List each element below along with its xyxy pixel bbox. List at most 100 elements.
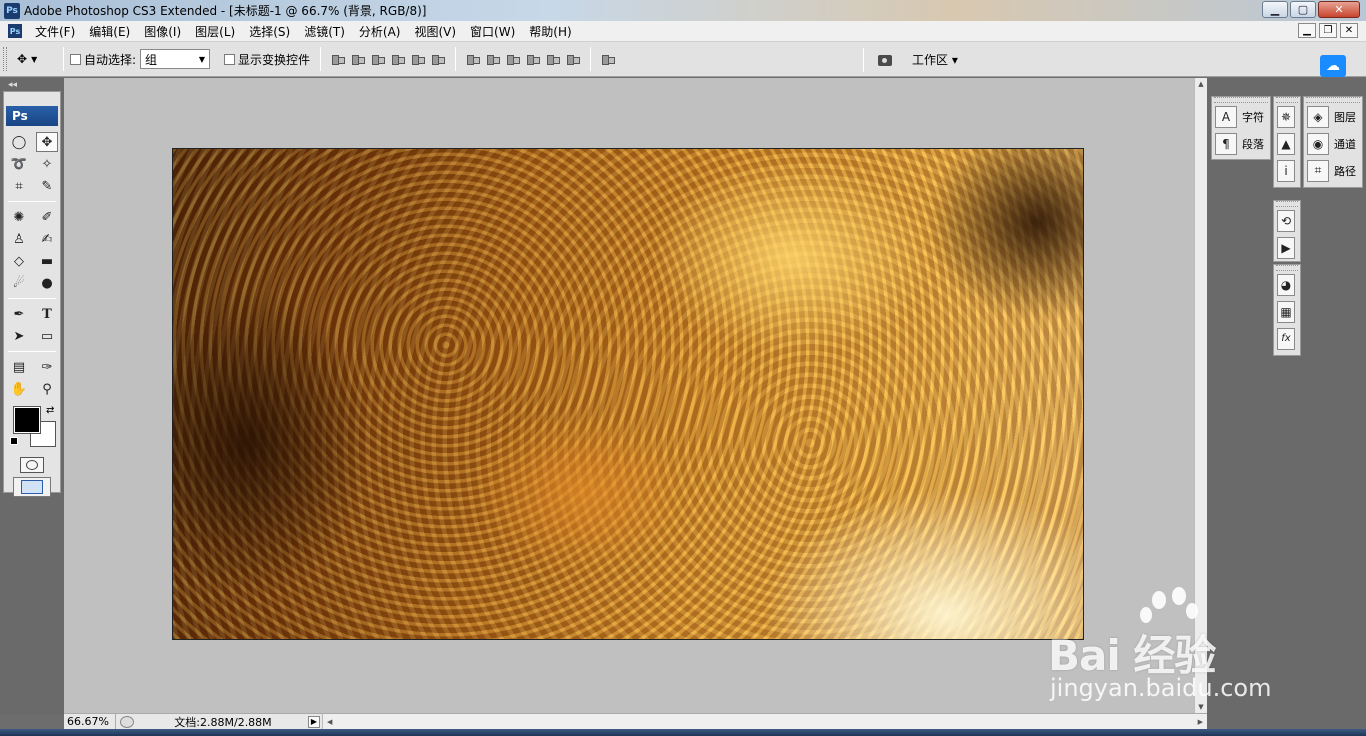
workspace-area: 工作区 ▾ <box>857 42 958 77</box>
eraser-tool-icon[interactable]: ◇ <box>8 251 30 271</box>
history-icon[interactable]: ⟲ <box>1277 209 1295 232</box>
layers-label: 图层 <box>1334 110 1356 124</box>
doc-minimize-button[interactable]: ▁ <box>1298 23 1316 38</box>
align-bottom-icon[interactable] <box>371 52 386 66</box>
minimize-button[interactable]: ▁ <box>1262 1 1288 18</box>
foreground-color-swatch[interactable] <box>13 406 41 434</box>
panel-channels[interactable]: ◉ 通道 <box>1304 130 1362 157</box>
menu-window[interactable]: 窗口(W) <box>463 23 522 40</box>
path-selection-tool-icon[interactable]: ➤ <box>8 326 30 346</box>
tool-grid-2: ✺ ✐ ♙ ✍ ◇ ▬ ☄ ● <box>4 205 60 295</box>
quick-mask-icon[interactable] <box>20 457 44 473</box>
menu-filter[interactable]: 滤镜(T) <box>297 23 352 40</box>
menu-file[interactable]: 文件(F) <box>28 23 82 40</box>
screen-mode-icon[interactable] <box>13 477 51 497</box>
styles-icon[interactable]: fx <box>1277 327 1295 350</box>
document-workspace <box>64 78 1194 713</box>
color-swatches: ⇄ <box>10 405 56 451</box>
hand-tool-icon[interactable]: ✋ <box>8 379 30 399</box>
document-info: 文档:2.88M/2.88M <box>174 715 272 729</box>
tool-grid-4: ▤ ✑ ✋ ⚲ <box>4 355 60 401</box>
options-bar-grip[interactable] <box>3 47 7 71</box>
lasso-tool-icon[interactable]: ➰ <box>8 154 30 174</box>
align-left-icon[interactable] <box>391 52 406 66</box>
distribute-vcenter-icon[interactable] <box>486 52 501 66</box>
image-canvas[interactable] <box>172 148 1084 640</box>
zoom-level[interactable]: 66.67% <box>64 714 116 729</box>
menu-analysis[interactable]: 分析(A) <box>352 23 408 40</box>
panel-row-info: i <box>1274 157 1300 184</box>
distribute-bottom-icon[interactable] <box>506 52 521 66</box>
align-vcenter-icon[interactable] <box>351 52 366 66</box>
maximize-button[interactable]: ▢ <box>1290 1 1316 18</box>
history-brush-tool-icon[interactable]: ✍ <box>36 229 58 249</box>
brush-tool-icon[interactable]: ✐ <box>36 207 58 227</box>
magic-wand-tool-icon[interactable]: ✧ <box>36 154 58 174</box>
align-hcenter-icon[interactable] <box>411 52 426 66</box>
cloud-icon[interactable]: ☁ <box>1320 55 1346 77</box>
workspace-menu[interactable]: 工作区 ▾ <box>912 51 958 68</box>
panel-paths[interactable]: ⌗ 路径 <box>1304 157 1362 184</box>
swatches-icon[interactable]: ▦ <box>1277 300 1295 323</box>
slice-tool-icon[interactable]: ✎ <box>36 176 58 196</box>
auto-select-dropdown[interactable]: 组 ▼ <box>140 49 211 69</box>
actions-icon[interactable]: ▶ <box>1277 236 1295 259</box>
scroll-left-icon[interactable]: ◀ <box>327 718 332 726</box>
panel-column-nav: ✵ ▲ i <box>1273 96 1301 188</box>
doc-close-button[interactable]: ✕ <box>1340 23 1358 38</box>
auto-align-layers-icon[interactable] <box>601 52 616 66</box>
close-button[interactable]: ✕ <box>1318 1 1360 18</box>
status-menu-arrow-icon[interactable]: ▶ <box>308 715 320 728</box>
swap-colors-icon[interactable]: ⇄ <box>46 405 54 416</box>
info-icon[interactable]: i <box>1277 159 1295 182</box>
menu-image[interactable]: 图像(I) <box>137 23 188 40</box>
type-tool-icon[interactable]: T <box>36 304 58 324</box>
histogram-icon[interactable]: ▲ <box>1277 132 1295 155</box>
align-top-icon[interactable] <box>331 52 346 66</box>
menu-select[interactable]: 选择(S) <box>242 23 297 40</box>
distribute-hcenter-icon[interactable] <box>546 52 561 66</box>
eyedropper-tool-icon[interactable]: ✑ <box>36 357 58 377</box>
collapse-icon[interactable]: ◂◂ <box>8 80 17 90</box>
menu-layer[interactable]: 图层(L) <box>188 23 242 40</box>
panel-layers[interactable]: ◈ 图层 <box>1304 103 1362 130</box>
panel-paragraph[interactable]: ¶ 段落 <box>1212 130 1270 157</box>
horizontal-scrollbar[interactable]: ◀ ▶ <box>322 714 1207 729</box>
zoom-tool-icon[interactable]: ⚲ <box>36 379 58 399</box>
distribute-right-icon[interactable] <box>566 52 581 66</box>
show-transform-checkbox[interactable] <box>224 53 236 65</box>
scroll-down-icon[interactable]: ▼ <box>1195 701 1207 713</box>
pen-tool-icon[interactable]: ✒ <box>8 304 30 324</box>
notes-tool-icon[interactable]: ▤ <box>8 357 30 377</box>
dodge-tool-icon[interactable]: ● <box>36 273 58 293</box>
move-tool-icon[interactable]: ✥ <box>36 132 58 152</box>
distribute-left-icon[interactable] <box>526 52 541 66</box>
doc-restore-button[interactable]: ❐ <box>1319 23 1337 38</box>
app-menu-icon[interactable]: Ps <box>8 24 22 38</box>
scroll-up-icon[interactable]: ▲ <box>1195 78 1207 90</box>
navigator-icon[interactable]: ✵ <box>1277 105 1295 128</box>
tool-preset-picker[interactable]: ✥ ▼ <box>17 52 57 66</box>
menu-edit[interactable]: 编辑(E) <box>82 23 137 40</box>
color-icon[interactable]: ◕ <box>1277 273 1295 296</box>
panel-character[interactable]: A 字符 <box>1212 103 1270 130</box>
shape-tool-icon[interactable]: ▭ <box>36 326 58 346</box>
menu-view[interactable]: 视图(V) <box>407 23 463 40</box>
clone-stamp-tool-icon[interactable]: ♙ <box>8 229 30 249</box>
watermark-url: jingyan.baidu.com <box>1050 674 1272 702</box>
blur-tool-icon[interactable]: ☄ <box>8 273 30 293</box>
menu-help[interactable]: 帮助(H) <box>522 23 578 40</box>
default-colors-icon[interactable] <box>10 437 18 445</box>
distribute-top-icon[interactable] <box>466 52 481 66</box>
panel-row-history: ⟲ <box>1274 207 1300 234</box>
healing-brush-tool-icon[interactable]: ✺ <box>8 207 30 227</box>
scroll-right-icon[interactable]: ▶ <box>1198 718 1203 726</box>
divider <box>863 47 864 72</box>
crop-tool-icon[interactable]: ⌗ <box>8 176 30 196</box>
marquee-tool-icon[interactable]: ◯ <box>8 132 30 152</box>
title-bar: Ps Adobe Photoshop CS3 Extended - [未标题-1… <box>0 0 1366 21</box>
gradient-tool-icon[interactable]: ▬ <box>36 251 58 271</box>
auto-select-checkbox[interactable] <box>70 53 81 65</box>
align-right-icon[interactable] <box>431 52 446 66</box>
bridge-icon[interactable] <box>876 51 898 69</box>
